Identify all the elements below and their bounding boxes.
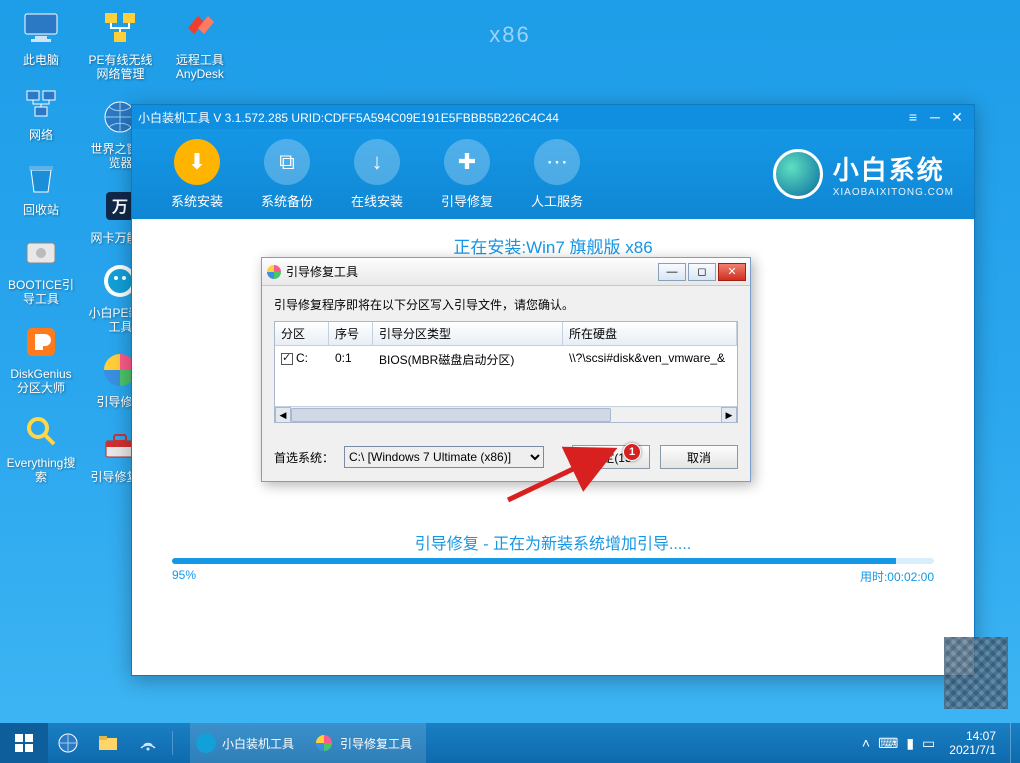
pixelated-region: [944, 637, 1008, 709]
preferred-system-select[interactable]: C:\ [Windows 7 Ultimate (x86)]: [344, 446, 544, 468]
tray-chevron-icon[interactable]: ˄: [862, 735, 870, 751]
backup-icon: ⧉: [264, 139, 310, 185]
taskbar-task-dialog[interactable]: 引导修复工具: [308, 723, 426, 763]
dialog-message: 引导修复程序即将在以下分区写入引导文件，请您确认。: [274, 296, 738, 313]
installing-label: 正在安装:Win7 旗舰版 x86: [172, 233, 934, 258]
progress-time: 用时:00:02:00: [860, 568, 934, 585]
progress-percent: 95%: [172, 568, 196, 585]
toolbar-system-backup[interactable]: ⧉系统备份: [242, 139, 332, 210]
cancel-button[interactable]: 取消: [660, 445, 738, 469]
cloud-down-icon: ↓: [354, 139, 400, 185]
tray-action-center-icon[interactable]: ▭: [922, 735, 935, 752]
row-checkbox[interactable]: [281, 353, 293, 365]
table-row[interactable]: C: 0:1 BIOS(MBR磁盘启动分区) \\?\scsi#disk&ven…: [275, 346, 737, 373]
app-title: 小白装机工具 V 3.1.572.285 URID:CDFF5A594C09E1…: [138, 109, 902, 126]
network-icon: [19, 81, 63, 125]
dialog-close-button[interactable]: ✕: [718, 263, 746, 281]
progress: 95% 用时:00:02:00: [172, 558, 934, 585]
download-icon: ⬇: [174, 139, 220, 185]
desktop-icon-recycle-bin[interactable]: 回收站: [6, 156, 76, 217]
search-tool-icon: [19, 409, 63, 453]
scroll-thumb[interactable]: [291, 408, 611, 422]
anydesk-icon: [178, 6, 222, 50]
minimize-button[interactable]: ─: [924, 108, 946, 126]
firstaid-icon: ✚: [444, 139, 490, 185]
recycle-bin-icon: [19, 156, 63, 200]
desktop-watermark: x86: [489, 22, 530, 48]
status-message: 引导修复 - 正在为新装系统增加引导.....: [172, 530, 934, 554]
desktop-icon-everything[interactable]: Everything搜索: [6, 409, 76, 484]
tray-battery-icon[interactable]: ▮: [906, 735, 914, 752]
dialog-titlebar[interactable]: 引导修复工具 — ◻ ✕: [262, 258, 750, 286]
taskbar-task-app[interactable]: 小白装机工具: [190, 723, 308, 763]
network-manager-icon: [98, 6, 142, 50]
toolbar-system-install[interactable]: ⬇系统安装: [152, 139, 242, 210]
chat-icon: ⋯: [534, 139, 580, 185]
grid-header: 分区 序号 引导分区类型 所在硬盘: [275, 322, 737, 346]
progress-bar: [172, 558, 934, 564]
svg-text:万: 万: [111, 199, 128, 216]
brand: 小白系统 XIAOBAIXITONG.COM: [773, 149, 954, 199]
task-app-icon: [196, 733, 216, 753]
menu-button[interactable]: ≡: [902, 108, 924, 126]
preferred-system-label: 首选系统：: [274, 449, 334, 466]
desktop-icon-diskgenius[interactable]: DiskGenius分区大师: [6, 320, 76, 395]
system-tray: ˄ ⌨ ▮ ▭ 14:07 2021/7/1: [862, 723, 1020, 763]
scroll-right-icon[interactable]: ▶: [721, 407, 737, 423]
diskgenius-icon: [19, 320, 63, 364]
toolbar-online-install[interactable]: ↓在线安装: [332, 139, 422, 210]
dialog-pinwheel-icon: [266, 264, 282, 280]
taskbar-explorer-icon[interactable]: [88, 723, 128, 763]
desktop-icon-pe-network[interactable]: PE有线无线网络管理: [85, 6, 155, 81]
task-pinwheel-icon: [314, 733, 334, 753]
partition-grid: 分区 序号 引导分区类型 所在硬盘 C: 0:1 BIOS(MBR磁盘启动分区)…: [274, 321, 738, 423]
app-toolbar: ⬇系统安装 ⧉系统备份 ↓在线安装 ✚引导修复 ⋯人工服务 小白系统 XIAOB…: [132, 129, 974, 219]
taskbar-browser-icon[interactable]: [48, 723, 88, 763]
monitor-icon: [19, 6, 63, 50]
start-button[interactable]: [0, 723, 48, 763]
desktop-icon-bootice[interactable]: BOOTICE引导工具: [6, 231, 76, 306]
toolbar-boot-repair[interactable]: ✚引导修复: [422, 139, 512, 210]
desktop-icon-anydesk[interactable]: 远程工具AnyDesk: [165, 6, 235, 81]
brand-logo-icon: [773, 149, 823, 199]
toolbar-manual-service[interactable]: ⋯人工服务: [512, 139, 602, 210]
ok-button[interactable]: 确定(15: [572, 445, 650, 469]
desktop-icon-this-pc[interactable]: 此电脑: [6, 6, 76, 67]
tray-keyboard-icon[interactable]: ⌨: [878, 735, 898, 752]
desktop-icon-network[interactable]: 网络: [6, 81, 76, 142]
app-titlebar[interactable]: 小白装机工具 V 3.1.572.285 URID:CDFF5A594C09E1…: [132, 105, 974, 129]
dialog-minimize-button[interactable]: —: [658, 263, 686, 281]
show-desktop-button[interactable]: [1010, 723, 1016, 763]
dialog-maximize-button[interactable]: ◻: [688, 263, 716, 281]
scroll-left-icon[interactable]: ◀: [275, 407, 291, 423]
taskbar-clock[interactable]: 14:07 2021/7/1: [943, 729, 1002, 757]
taskbar-network-icon[interactable]: [128, 723, 168, 763]
close-button[interactable]: ✕: [946, 108, 968, 126]
boot-repair-dialog: 引导修复工具 — ◻ ✕ 引导修复程序即将在以下分区写入引导文件，请您确认。 分…: [261, 257, 751, 482]
progress-fill: [172, 558, 896, 564]
horizontal-scrollbar[interactable]: ◀ ▶: [275, 406, 737, 422]
taskbar: 小白装机工具 引导修复工具 ˄ ⌨ ▮ ▭ 14:07 2021/7/1: [0, 723, 1020, 763]
disk-tool-icon: [19, 231, 63, 275]
dialog-title: 引导修复工具: [286, 263, 658, 280]
